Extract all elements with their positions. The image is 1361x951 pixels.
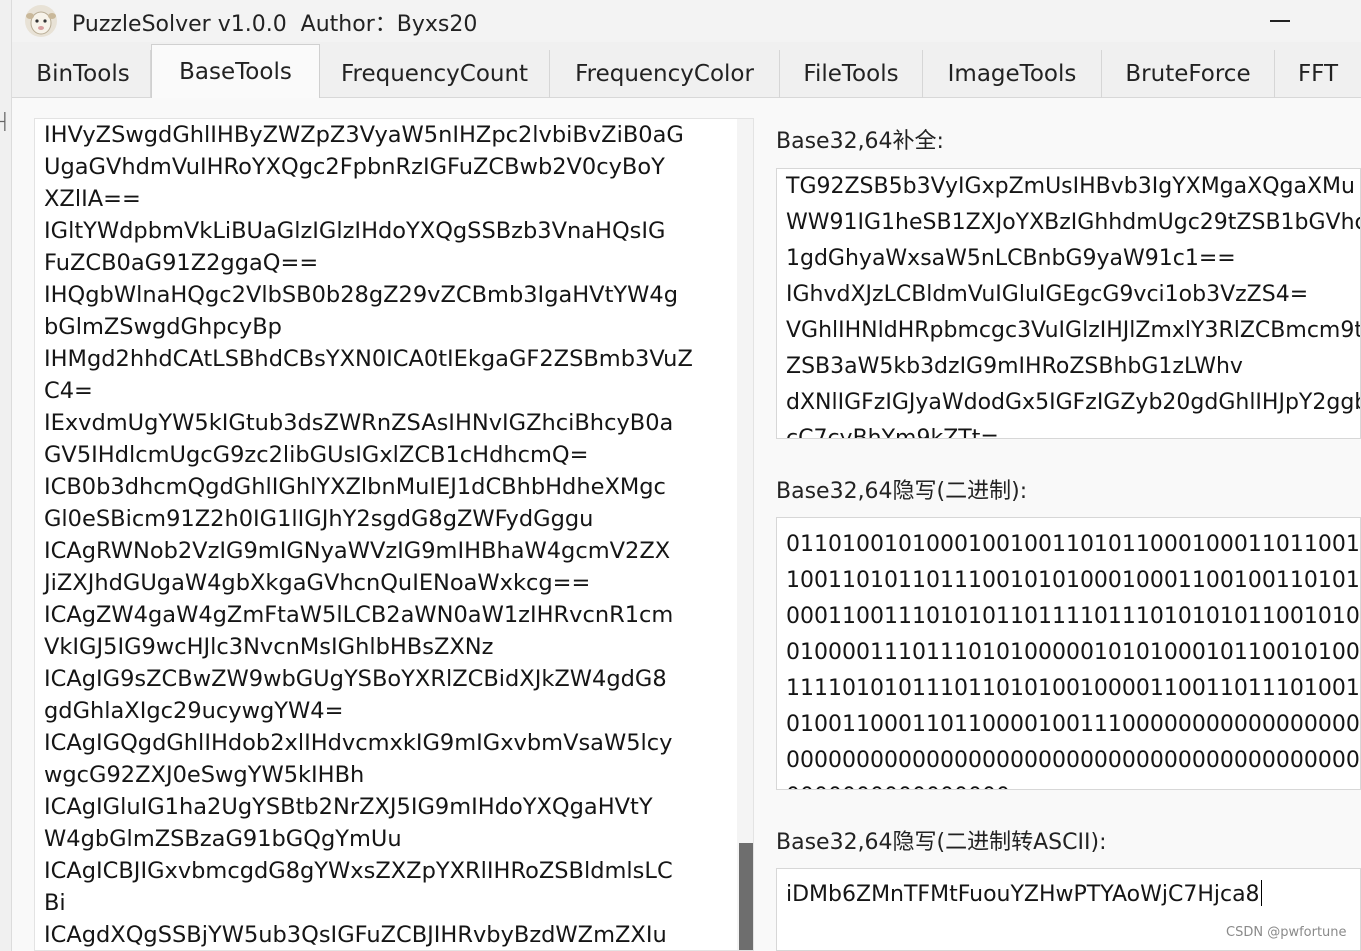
- text-line: TG92ZSB5b3VyIGxpZmUsIHBvb3IgYXMgaXQgaXMu: [786, 174, 1355, 199]
- minimize-button[interactable]: [1254, 4, 1306, 38]
- text-line: dXNlIGFzIGJyaWdodGx5IGFzIGZyb20gdGhlIHJp…: [786, 390, 1361, 415]
- text-line: gdGhlaXIgc29ucywgYW4=: [44, 698, 344, 724]
- text-line: VkIGJ5IG9wcHJlc3NvcnMsIGhlbHBsZXNz: [44, 634, 494, 660]
- tab-filetools[interactable]: FileTools: [780, 50, 923, 98]
- binary-stego-output[interactable]: 0110100101000100100110101100010001101100…: [776, 517, 1361, 790]
- text-line: 0100001110111010100000101010001011001010…: [786, 640, 1360, 665]
- text-line: 1111010101110110101001000011001101110100…: [786, 676, 1360, 701]
- basetools-content: IHVyZSwgdGhlIHByZWZpZ3VyaW5nIHZpc2lvbiBv…: [12, 98, 1361, 951]
- tab-bintools[interactable]: BinTools: [16, 50, 151, 98]
- text-caret: [1260, 880, 1262, 906]
- text-line: 0000000000000000000000000000000000000000…: [786, 748, 1360, 773]
- text-line: UgaGVhdmVuIHRoYXQgc2FpbnRzIGFuZCBwb2V0cy…: [44, 154, 665, 180]
- tab-frequencycolor[interactable]: FrequencyColor: [550, 50, 780, 98]
- text-line: C4=: [44, 378, 93, 404]
- partial-window-glyph: ┤: [0, 112, 10, 131]
- text-line: Gl0eSBicm91Z2h0IG1lIGJhY2sgdG8gZWFydGggu: [44, 506, 594, 532]
- text-line: WW91IG1heSB1ZXJoYXBzIGhhdmUgc29tZSB1bGVh…: [786, 210, 1361, 235]
- text-line: XZlIA==: [44, 186, 141, 212]
- ascii-stego-label: Base32,64隐写(二进制转ASCII):: [776, 830, 1107, 855]
- text-line: wgcG92ZXJ0eSwgYW5kIHBh: [44, 762, 365, 788]
- ascii-stego-text: iDMb6ZMnTFMtFuouYZHwPTYAoWjC7Hjca8: [786, 880, 1262, 907]
- text-line: bGlmZSwgdGhpcyBp: [44, 314, 282, 340]
- text-line: ICAgICBJIGxvbmcgdG8gYWxsZXZpYXRlIHRoZSBl…: [44, 858, 673, 884]
- text-line: 1gdGhyaWxsaW5nLCBnbG9yaW91c1==: [786, 246, 1236, 271]
- tab-frequencycount[interactable]: FrequencyCount: [320, 50, 550, 98]
- text-line: JiZXJhdGUgaW4gbXkgaGVhcnQuIENoaWxkcg==: [44, 570, 591, 596]
- tab-basetools[interactable]: BaseTools: [151, 44, 320, 99]
- text-line: 0110100101000100100110101100010001101100…: [786, 532, 1360, 557]
- text-line: Bi: [44, 890, 66, 916]
- text-line: 1001101011011100101010001000110010011010…: [786, 568, 1360, 593]
- title-bar: PuzzleSolver v1.0.0 Author：Byxs20: [12, 0, 1361, 42]
- text-line: IGhvdXJzLCBldmVuIGluIGEgcG9vci1ob3VzZS4=: [786, 282, 1309, 307]
- text-line: ICB0b3dhcmQgdGhlIGhlYXZlbnMuIEJ1dCBhbHdh…: [44, 474, 666, 500]
- text-line: 0000000000000000: [786, 779, 1360, 789]
- base-fill-text: TG92ZSB5b3VyIGxpZmUsIHBvb3IgYXMgaXQgaXMu…: [786, 169, 1361, 439]
- input-scrollbar[interactable]: [737, 119, 753, 950]
- binary-stego-label: Base32,64隐写(二进制):: [776, 479, 1028, 504]
- text-line: FuZCB0aG91Z2ggaQ==: [44, 250, 319, 276]
- text-line: VGhlIHNldHRpbmcgc3VuIGlzIHJlZmxlY3RlZCBm…: [786, 318, 1361, 343]
- input-text-lines: IHVyZSwgdGhlIHByZWZpZ3VyaW5nIHZpc2lvbiBv…: [44, 119, 693, 950]
- text-line: IGltYWdpbmVkLiBUaGlzIGlzIHdoYXQgSSBzb3Vn…: [44, 218, 666, 244]
- text-line: IHMgd2hhdCAtLSBhdCBsYXN0ICA0tIEkgaGF2ZSB…: [44, 346, 693, 372]
- input-textarea[interactable]: IHVyZSwgdGhlIHByZWZpZ3VyaW5nIHZpc2lvbiBv…: [34, 118, 754, 951]
- tab-bruteforce[interactable]: BruteForce: [1102, 50, 1275, 98]
- text-line: ICAgIGQgdGhlIHdob2xlIHdvcmxkIG9mIGxvbmVs…: [44, 730, 673, 756]
- text-line: ICAgdXQgSSBjYW5ub3QsIGFuZCBJIHRvbyBzdWZm…: [44, 922, 667, 948]
- text-line: GV5IHdlcmUgcG9zc2libGUsIGxlZCB1cHdhcmQ=: [44, 442, 589, 468]
- text-line: cC7cyBhYm9kZTt=: [786, 426, 999, 439]
- text-line: ICAgZW4gaW4gZmFtaW5lLCB2aWN0aW1zIHRvcnR1…: [44, 602, 674, 628]
- window-title: PuzzleSolver v1.0.0 Author：Byxs20: [72, 12, 478, 37]
- text-line: ICAgRWNob2VzIG9mIGNyaWVzIG9mIHBhaW4gcmV2…: [44, 538, 671, 564]
- tab-bar: BinTools BaseTools FrequencyCount Freque…: [12, 42, 1361, 99]
- text-line: 0001100111010101101111011101010101100101…: [786, 604, 1360, 629]
- text-line: ICAgIGluIG1ha2UgYSBtb2NrZXJ5IG9mIHdoYXQg…: [44, 794, 653, 820]
- text-line: ICAgIG9sZCBwZW9wbGUgYSBoYXRlZCBidXJkZW4g…: [44, 666, 667, 692]
- tab-fft[interactable]: FFT: [1275, 50, 1361, 98]
- text-line: 0100110001101100001001110000000000000000…: [786, 712, 1360, 737]
- text-line: ZSB3aW5kb3dzIG9mIHRoZSBhbG1zLWhv: [786, 354, 1243, 379]
- text-line: IHVyZSwgdGhlIHByZWZpZ3VyaW5nIHZpc2lvbiBv…: [44, 122, 684, 148]
- base-fill-label: Base32,64补全:: [776, 129, 944, 154]
- base-fill-output[interactable]: TG92ZSB5b3VyIGxpZmUsIHBvb3IgYXMgaXQgaXMu…: [776, 168, 1361, 439]
- tab-imagetools[interactable]: ImageTools: [923, 50, 1102, 98]
- ascii-stego-value: iDMb6ZMnTFMtFuouYZHwPTYAoWjC7Hjca8: [786, 882, 1260, 907]
- text-line: W4gbGlmZSBzaG91bGQgYmUu: [44, 826, 402, 852]
- text-line: IHQgbWlnaHQgc2VlbSB0b28gZ29vZCBmb3IgaHVt…: [44, 282, 678, 308]
- binary-stego-text: 0110100101000100100110101100010001101100…: [786, 527, 1360, 789]
- text-line: IExvdmUgYW5kIGtub3dsZWRnZSAsIHNvIGZhciBh…: [44, 410, 674, 436]
- csdn-watermark: CSDN @pwfortune: [1226, 925, 1347, 940]
- left-window-edge: ┤: [0, 0, 12, 951]
- sheep-app-icon: [25, 5, 57, 37]
- input-scroll-thumb[interactable]: [739, 843, 753, 950]
